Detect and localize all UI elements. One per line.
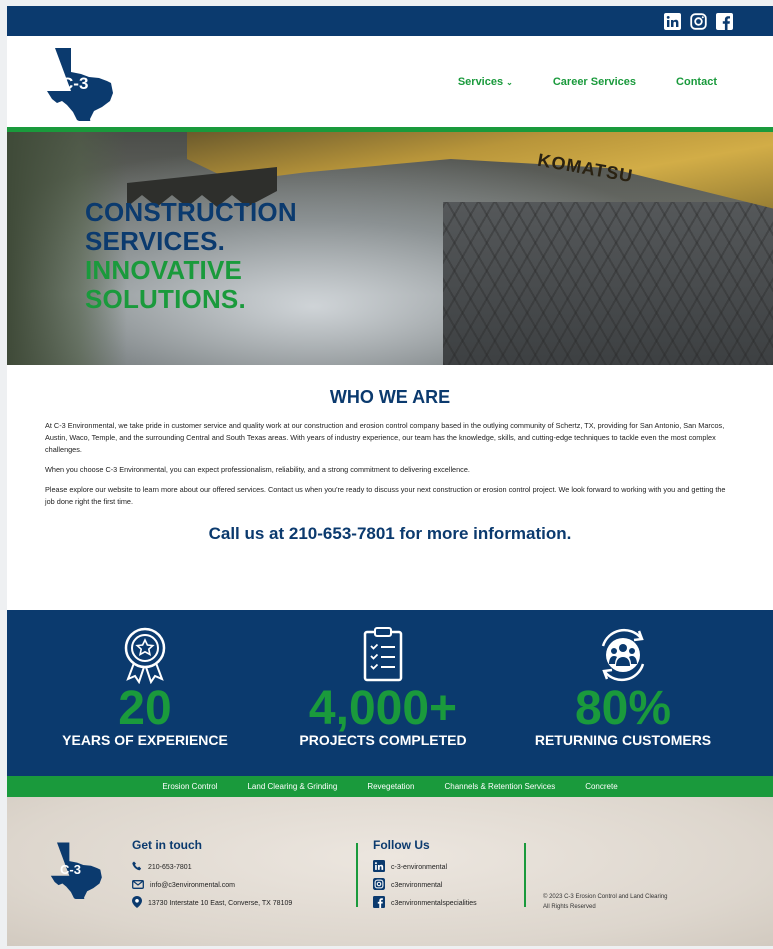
instagram-icon[interactable] (689, 12, 707, 30)
stats-section: 20 YEARS OF EXPERIENCE 4,000+ PROJECTS C… (7, 610, 773, 776)
services-bar: Erosion Control Land Clearing & Grinding… (7, 776, 773, 797)
stat-projects-label: PROJECTS COMPLETED (299, 732, 467, 748)
get-in-touch-heading: Get in touch (132, 838, 202, 852)
contact-email-text: info@c3environmental.com (150, 881, 235, 889)
hero-banner: KOMATSU CONSTRUCTION SERVICES. INNOVATIV… (7, 132, 773, 365)
nav-services[interactable]: Services ⌄ (458, 76, 513, 88)
clipboard-checklist-icon (273, 624, 493, 686)
stat-years-number: 20 (118, 682, 172, 735)
copyright-line-2: All Rights Reserved (543, 904, 596, 910)
main-nav: Services ⌄ Career Services Contact (458, 76, 717, 88)
contact-phone-text: 210-653-7801 (148, 863, 192, 871)
follow-us: Follow Us c-3-environmental c3environmen… (373, 838, 477, 912)
follow-instagram-text: c3environmental (391, 881, 443, 889)
follow-linkedin[interactable]: c-3-environmental (373, 858, 477, 876)
contact-email[interactable]: info@c3environmental.com (132, 876, 292, 894)
award-ribbon-icon (35, 624, 255, 686)
chevron-down-icon: ⌄ (506, 78, 513, 87)
call-to-action[interactable]: Call us at 210-653-7801 for more informa… (45, 524, 735, 544)
who-paragraph-3: Please explore our website to learn more… (45, 485, 726, 506)
texas-c3-logo[interactable]: C-3 (37, 46, 117, 125)
linkedin-icon (373, 860, 385, 874)
footer-divider-2 (524, 843, 526, 907)
gabion-baskets-image (443, 202, 773, 365)
top-bar (7, 6, 773, 36)
stat-customers-label: RETURNING CUSTOMERS (534, 732, 712, 748)
hero-line-2: SERVICES. (85, 226, 226, 256)
facebook-icon (373, 896, 385, 910)
who-paragraph-1: At C-3 Environmental, we take pride in c… (45, 421, 725, 454)
follow-linkedin-text: c-3-environmental (391, 863, 448, 871)
stat-projects: 4,000+ PROJECTS COMPLETED (273, 624, 493, 748)
contact-address[interactable]: 13730 Interstate 10 East, Converse, TX 7… (132, 894, 292, 912)
follow-facebook[interactable]: c3environmentalspecialities (373, 894, 477, 912)
stat-customers-number: 80% (574, 682, 672, 735)
email-icon (132, 879, 144, 891)
facebook-icon[interactable] (715, 12, 733, 30)
service-link-channels-retention[interactable]: Channels & Retention Services (444, 782, 555, 791)
get-in-touch: Get in touch 210-653-7801 info@c3environ… (132, 838, 292, 912)
service-link-revegetation[interactable]: Revegetation (367, 782, 414, 791)
nav-services-label: Services (457, 76, 504, 88)
who-we-are-heading: WHO WE ARE (329, 387, 451, 407)
hero-line-1: CONSTRUCTION (85, 197, 297, 227)
contact-phone[interactable]: 210-653-7801 (132, 858, 292, 876)
footer-logo-text: C-3 (60, 862, 81, 877)
stat-years: 20 YEARS OF EXPERIENCE (35, 624, 255, 748)
copyright-line-1: © 2023 C-3 Erosion Control and Land Clea… (543, 894, 668, 900)
site-header: C-3 Services ⌄ Career Services Contact (7, 36, 773, 132)
who-paragraph-2: When you choose C-3 Environmental, you c… (45, 465, 470, 474)
stat-customers: 80% RETURNING CUSTOMERS (513, 624, 733, 748)
footer-divider-1 (356, 843, 358, 907)
footer-logo[interactable]: C-3 (43, 841, 105, 903)
map-pin-icon (132, 896, 142, 910)
follow-facebook-text: c3environmentalspecialities (391, 899, 477, 907)
service-link-land-clearing[interactable]: Land Clearing & Grinding (247, 782, 337, 791)
page: C-3 Services ⌄ Career Services Contact K… (7, 6, 773, 946)
nav-career-services[interactable]: Career Services (553, 76, 636, 88)
phone-icon (132, 861, 142, 873)
site-footer: C-3 Get in touch 210-653-7801 info@c3env… (7, 797, 773, 946)
hero-headline: CONSTRUCTION SERVICES. INNOVATIVE SOLUTI… (85, 198, 297, 314)
follow-us-heading: Follow Us (373, 838, 430, 852)
contact-address-text: 13730 Interstate 10 East, Converse, TX 7… (148, 899, 293, 907)
returning-customers-icon (513, 624, 733, 686)
hero-line-3: INNOVATIVE (85, 255, 243, 285)
service-link-concrete[interactable]: Concrete (585, 782, 617, 791)
stat-projects-number: 4,000+ (308, 682, 458, 735)
follow-instagram[interactable]: c3environmental (373, 876, 477, 894)
who-we-are-section: WHO WE ARE At C-3 Environmental, we take… (7, 365, 773, 544)
instagram-icon (373, 878, 385, 892)
logo-text: C-3 (61, 74, 89, 93)
nav-contact[interactable]: Contact (676, 76, 717, 88)
service-link-erosion-control[interactable]: Erosion Control (162, 782, 217, 791)
hero-line-4: SOLUTIONS. (85, 284, 246, 314)
stat-years-label: YEARS OF EXPERIENCE (62, 732, 228, 748)
copyright: © 2023 C-3 Erosion Control and Land Clea… (543, 892, 668, 912)
linkedin-icon[interactable] (663, 12, 681, 30)
